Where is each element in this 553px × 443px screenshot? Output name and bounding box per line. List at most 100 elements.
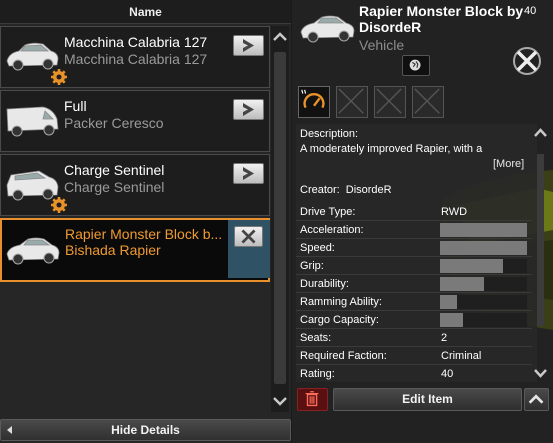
list-item[interactable]: Full Packer Ceresco: [0, 90, 270, 152]
chevron-up-icon[interactable]: [524, 388, 549, 411]
stat-value: 40: [441, 368, 454, 380]
scroll-up-icon[interactable]: [271, 28, 289, 46]
stat-bar: [440, 259, 527, 273]
detail-header: Rapier Monster Block by DisordeR Vehicle…: [296, 0, 550, 80]
list-item[interactable]: Charge Sentinel Charge Sentinel: [0, 154, 270, 216]
globe-icon: [409, 59, 421, 71]
car-thumbnail: [298, 4, 358, 52]
vehicle-model: Packer Ceresco: [64, 115, 164, 131]
stat-row: Acceleration:: [296, 221, 537, 239]
tag-slots: [298, 86, 448, 118]
car-thumbnail: [4, 222, 62, 278]
vehicle-list: Macchina Calabria 127 Macchina Calabria …: [0, 26, 271, 412]
stat-label: Ramming Ability:: [300, 296, 382, 308]
item-type: Vehicle: [359, 37, 405, 53]
chevron-right-icon: [243, 103, 254, 116]
stat-row: Required Faction: Criminal: [296, 347, 537, 365]
close-icon: [241, 229, 256, 244]
vehicle-name: Rapier Monster Block b...: [65, 226, 223, 242]
stat-label: Durability:: [300, 278, 349, 290]
vehicle-name: Full: [64, 98, 87, 114]
stat-bar-fill: [440, 223, 527, 237]
select-arrow-button[interactable]: [233, 99, 264, 120]
scroll-down-icon[interactable]: [271, 392, 289, 410]
list-item[interactable]: Macchina Calabria 127 Macchina Calabria …: [0, 26, 270, 88]
stat-bar-fill: [440, 259, 503, 273]
vehicle-name: Macchina Calabria 127: [64, 34, 208, 50]
stat-bar-fill: [440, 295, 458, 309]
stat-bar-fill: [440, 313, 464, 327]
info-panel: Description: A moderately improved Rapie…: [296, 124, 537, 382]
scroll-thumb[interactable]: [537, 154, 544, 326]
disabled-x-icon[interactable]: [512, 46, 542, 76]
stat-bar: [440, 241, 527, 255]
select-arrow-button[interactable]: [233, 35, 264, 56]
vehicle-name: Charge Sentinel: [64, 162, 165, 178]
stat-row: Ramming Ability:: [296, 293, 537, 311]
list-scrollbar[interactable]: [271, 26, 289, 412]
deselect-area[interactable]: [228, 220, 270, 278]
description-text: A moderately improved Rapier, with a: [300, 143, 483, 155]
stat-label: Cargo Capacity:: [300, 314, 379, 326]
stat-row: Speed:: [296, 239, 537, 257]
chevron-right-icon: [243, 39, 254, 52]
detail-panel: Rapier Monster Block by DisordeR Vehicle…: [292, 0, 553, 443]
item-title: Rapier Monster Block by DisordeR: [359, 3, 524, 35]
stat-bar: [440, 295, 527, 309]
scroll-up-icon[interactable]: [532, 124, 549, 142]
stat-row: Rating: 40: [296, 365, 537, 383]
scroll-thumb[interactable]: [274, 52, 286, 384]
stat-label: Required Faction:: [300, 350, 387, 362]
select-arrow-button[interactable]: [233, 163, 264, 184]
creator-label: Creator:: [300, 184, 340, 196]
detail-scrollbar[interactable]: [532, 124, 549, 382]
trash-icon: [305, 391, 319, 407]
stat-label: Rating:: [300, 368, 335, 380]
stat-label: Seats:: [300, 332, 332, 344]
empty-slot-icon: [412, 86, 444, 118]
stat-label: Drive Type:: [300, 206, 356, 218]
stat-row: Seats: 2: [296, 329, 537, 347]
hide-details-button[interactable]: Hide Details: [0, 419, 291, 441]
stat-label: Grip:: [300, 260, 324, 272]
vehicle-model: Bishada Rapier: [65, 242, 161, 258]
stat-bar: [440, 277, 527, 291]
stat-value: RWD: [441, 206, 468, 218]
vehicle-model: Charge Sentinel: [64, 179, 165, 195]
vehicle-list-panel: Name Macchina Calabria 127 Macchina Cala…: [0, 0, 291, 443]
empty-slot-icon: [374, 86, 406, 118]
chevron-right-icon: [243, 167, 254, 180]
scroll-down-icon[interactable]: [532, 364, 549, 382]
creator-line: Creator: DisordeR: [300, 184, 392, 196]
hide-details-label: Hide Details: [111, 423, 180, 437]
stat-bar: [440, 223, 527, 237]
speedometer-icon[interactable]: [298, 86, 330, 118]
more-link[interactable]: [More]: [493, 158, 524, 170]
stat-bar: [440, 313, 527, 327]
stat-value: 2: [441, 332, 448, 344]
description-label: Description:: [300, 128, 359, 140]
empty-slot-icon: [336, 86, 368, 118]
stat-row: Drive Type: RWD: [296, 203, 537, 221]
stat-label: Speed:: [300, 242, 335, 254]
globe-button[interactable]: [402, 55, 430, 76]
delete-button[interactable]: [297, 388, 328, 411]
close-button[interactable]: [234, 226, 263, 247]
item-count: 40: [524, 5, 537, 17]
vehicle-model: Macchina Calabria 127: [64, 51, 208, 67]
stat-row: Cargo Capacity:: [296, 311, 537, 329]
stat-row: Grip:: [296, 257, 537, 275]
triangle-left-icon: [7, 426, 12, 434]
stat-row: Durability:: [296, 275, 537, 293]
stat-bar-fill: [440, 241, 527, 255]
van-thumbnail: [3, 93, 61, 149]
creator-value: DisordeR: [345, 184, 392, 196]
stat-value: Criminal: [441, 350, 482, 362]
stat-label: Acceleration:: [300, 224, 364, 236]
gear-icon: [51, 197, 67, 213]
stat-bar-fill: [440, 277, 484, 291]
edit-item-button[interactable]: Edit Item: [333, 388, 522, 411]
list-item-selected[interactable]: Rapier Monster Block b... Bishada Rapier: [0, 218, 270, 282]
column-header-name[interactable]: Name: [0, 0, 291, 24]
gear-icon: [51, 69, 67, 85]
